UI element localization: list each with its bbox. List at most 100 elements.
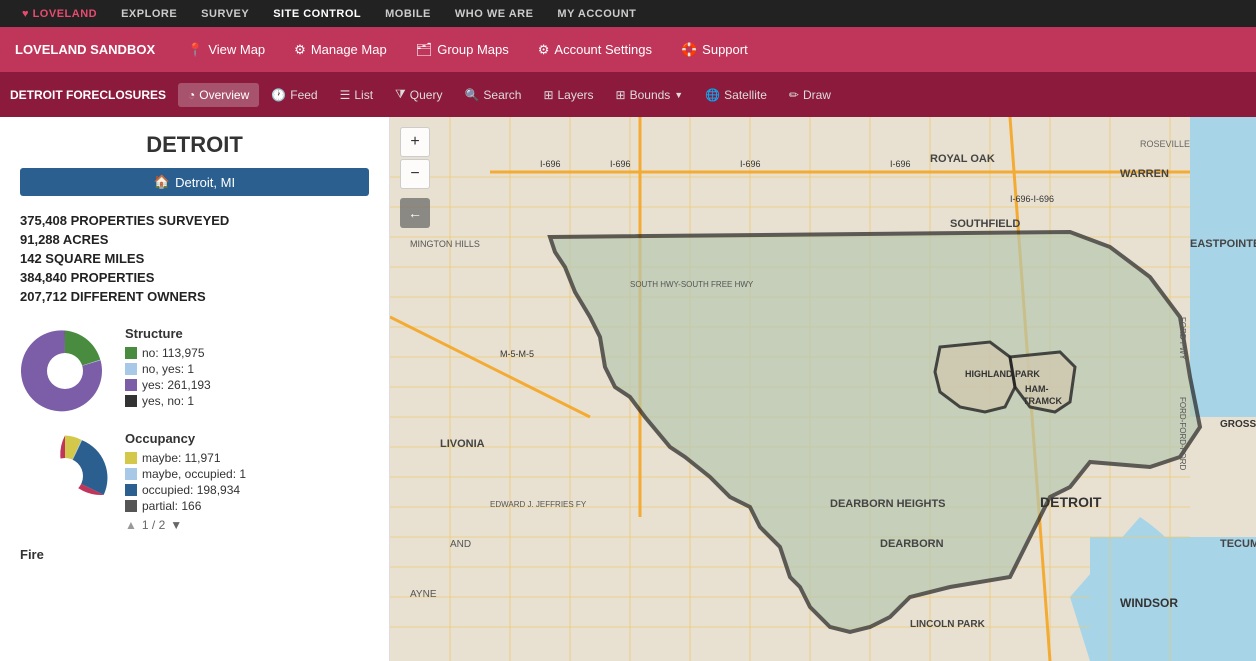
fire-section-label: Fire <box>20 547 369 562</box>
stats-list: 375,408 PROPERTIES SURVEYED 91,288 ACRES… <box>20 211 369 306</box>
group-maps-button[interactable]: 🗂 Group Maps <box>404 36 521 64</box>
svg-text:SOUTH HWY-SOUTH FREE HWY: SOUTH HWY-SOUTH FREE HWY <box>630 280 754 289</box>
svg-text:FORD FWY: FORD FWY <box>1178 317 1187 360</box>
city-title: DETROIT <box>20 132 369 158</box>
svg-text:M-5-M-5: M-5-M-5 <box>500 349 534 359</box>
legend-partial: partial: 166 <box>125 499 369 513</box>
stat-acres: 91,288 ACRES <box>20 230 369 249</box>
occupancy-chart-legend: Occupancy maybe: 11,971 maybe, occupied:… <box>125 431 369 532</box>
funnel-icon: ⧩ <box>395 87 406 102</box>
main-content: DETROIT 🏠 Detroit, MI 375,408 PROPERTIES… <box>0 117 1256 661</box>
svg-text:WARREN: WARREN <box>1120 168 1169 180</box>
svg-text:I-696: I-696 <box>740 159 761 169</box>
nav-item-loveland[interactable]: ♥ LOVELAND <box>10 8 109 20</box>
legend-maybe-occupied: maybe, occupied: 1 <box>125 467 369 481</box>
svg-text:MINGTON HILLS: MINGTON HILLS <box>410 239 480 249</box>
occupancy-pie-chart <box>20 431 110 521</box>
legend-yes: yes: 261,193 <box>125 378 369 392</box>
svg-text:AND: AND <box>450 539 471 550</box>
svg-text:ROYAL OAK: ROYAL OAK <box>930 153 995 165</box>
svg-text:I-696-I-696: I-696-I-696 <box>1010 194 1054 204</box>
nav-item-survey[interactable]: SURVEY <box>189 8 261 20</box>
svg-text:LIVONIA: LIVONIA <box>440 438 485 450</box>
svg-text:AYNE: AYNE <box>410 589 437 600</box>
legend-color-maybe-occupied <box>125 468 137 480</box>
search-icon: 🔍 <box>464 88 479 102</box>
bounds-dropdown-arrow: ▼ <box>674 90 683 100</box>
stat-different-owners: 207,712 DIFFERENT OWNERS <box>20 287 369 306</box>
pie-icon: ◔ <box>188 88 195 102</box>
zoom-out-button[interactable]: − <box>400 159 430 189</box>
tab-bounds[interactable]: ⊞ Bounds ▼ <box>606 83 694 107</box>
triangle-up-icon: ▲ <box>125 518 137 532</box>
pagination-occupancy: ▲ 1 / 2 ▼ <box>125 518 369 532</box>
svg-text:ROSEVILLE: ROSEVILLE <box>1140 139 1190 149</box>
account-settings-button[interactable]: ⚙ Account Settings <box>526 36 664 64</box>
nav-item-mobile[interactable]: MOBILE <box>373 8 443 20</box>
legend-color-yes <box>125 379 137 391</box>
tab-feed[interactable]: 🕐 Feed <box>261 83 327 107</box>
structure-chart-title: Structure <box>125 326 369 341</box>
home-icon: 🏠 <box>154 174 170 190</box>
back-button[interactable]: ← <box>400 198 430 228</box>
stat-properties: 384,840 PROPERTIES <box>20 268 369 287</box>
nav-item-site-control[interactable]: SITE CONTROL <box>261 8 373 20</box>
svg-text:FORD-FORD-FORD: FORD-FORD-FORD <box>1178 397 1187 471</box>
stat-square-miles: 142 SQUARE MILES <box>20 249 369 268</box>
third-navigation: DETROIT FORECLOSURES ◔ Overview 🕐 Feed ☰… <box>0 72 1256 117</box>
nav-item-who-we-are[interactable]: WHO WE ARE <box>443 8 546 20</box>
svg-text:I-696: I-696 <box>540 159 561 169</box>
second-navigation: LOVELAND SANDBOX 📍 View Map ⚙ Manage Map… <box>0 27 1256 72</box>
svg-text:TRAMCK: TRAMCK <box>1023 396 1062 406</box>
view-map-button[interactable]: 📍 View Map <box>175 36 277 64</box>
svg-text:I-696: I-696 <box>610 159 631 169</box>
map-area: ROYAL OAK WARREN SOUTHFIELD EASTPOINTE R… <box>390 117 1256 661</box>
structure-chart-row: Structure no: 113,975 no, yes: 1 yes: 26… <box>20 326 369 416</box>
legend-color-yes-no <box>125 395 137 407</box>
svg-text:HIGHLAND PARK: HIGHLAND PARK <box>965 369 1040 379</box>
map-name-label: DETROIT FORECLOSURES <box>10 88 166 102</box>
pagination-down-arrow[interactable]: ▼ <box>170 518 182 532</box>
legend-no: no: 113,975 <box>125 346 369 360</box>
nav-item-my-account[interactable]: MY ACCOUNT <box>545 8 648 20</box>
manage-map-button[interactable]: ⚙ Manage Map <box>282 36 399 64</box>
svg-text:TECUMSEH: TECUMSEH <box>1220 538 1256 550</box>
stat-properties-surveyed: 375,408 PROPERTIES SURVEYED <box>20 211 369 230</box>
nav-item-explore[interactable]: EXPLORE <box>109 8 189 20</box>
legend-color-partial <box>125 500 137 512</box>
site-title: LOVELAND SANDBOX <box>15 42 155 57</box>
svg-text:GROSSE POINTE PARK: GROSSE POINTE PARK <box>1220 419 1256 430</box>
tab-layers[interactable]: ⊞ Layers <box>533 83 603 107</box>
bounds-icon: ⊞ <box>616 88 626 102</box>
occupancy-chart-title: Occupancy <box>125 431 369 446</box>
svg-text:HAM-: HAM- <box>1025 384 1049 394</box>
zoom-in-button[interactable]: + <box>400 127 430 157</box>
map-svg: ROYAL OAK WARREN SOUTHFIELD EASTPOINTE R… <box>390 117 1256 661</box>
legend-occupied: occupied: 198,934 <box>125 483 369 497</box>
legend-color-no <box>125 347 137 359</box>
tab-list[interactable]: ☰ List <box>330 83 383 107</box>
tab-query[interactable]: ⧩ Query <box>385 82 452 107</box>
structure-chart-legend: Structure no: 113,975 no, yes: 1 yes: 26… <box>125 326 369 410</box>
satellite-icon: 🌐 <box>705 88 720 102</box>
tab-overview[interactable]: ◔ Overview <box>178 83 259 107</box>
support-button[interactable]: 🛟 Support <box>669 36 760 64</box>
svg-text:DEARBORN: DEARBORN <box>880 538 944 550</box>
location-badge: 🏠 Detroit, MI <box>20 168 369 196</box>
support-icon: 🛟 <box>681 42 697 58</box>
legend-yes-no: yes, no: 1 <box>125 394 369 408</box>
legend-maybe: maybe: 11,971 <box>125 451 369 465</box>
top-navigation: ♥ LOVELAND EXPLORE SURVEY SITE CONTROL M… <box>0 0 1256 27</box>
map-pin-icon: 📍 <box>187 42 203 58</box>
svg-text:SOUTHFIELD: SOUTHFIELD <box>950 218 1020 230</box>
tab-satellite[interactable]: 🌐 Satellite <box>695 83 777 107</box>
structure-pie-chart <box>20 326 110 416</box>
map-controls: + − ← <box>400 127 430 228</box>
legend-color-maybe <box>125 452 137 464</box>
legend-no-yes: no, yes: 1 <box>125 362 369 376</box>
legend-color-no-yes <box>125 363 137 375</box>
svg-text:I-696: I-696 <box>890 159 911 169</box>
map-container[interactable]: ROYAL OAK WARREN SOUTHFIELD EASTPOINTE R… <box>390 117 1256 661</box>
tab-search[interactable]: 🔍 Search <box>454 83 531 107</box>
tab-draw[interactable]: ✏ Draw <box>779 83 841 107</box>
